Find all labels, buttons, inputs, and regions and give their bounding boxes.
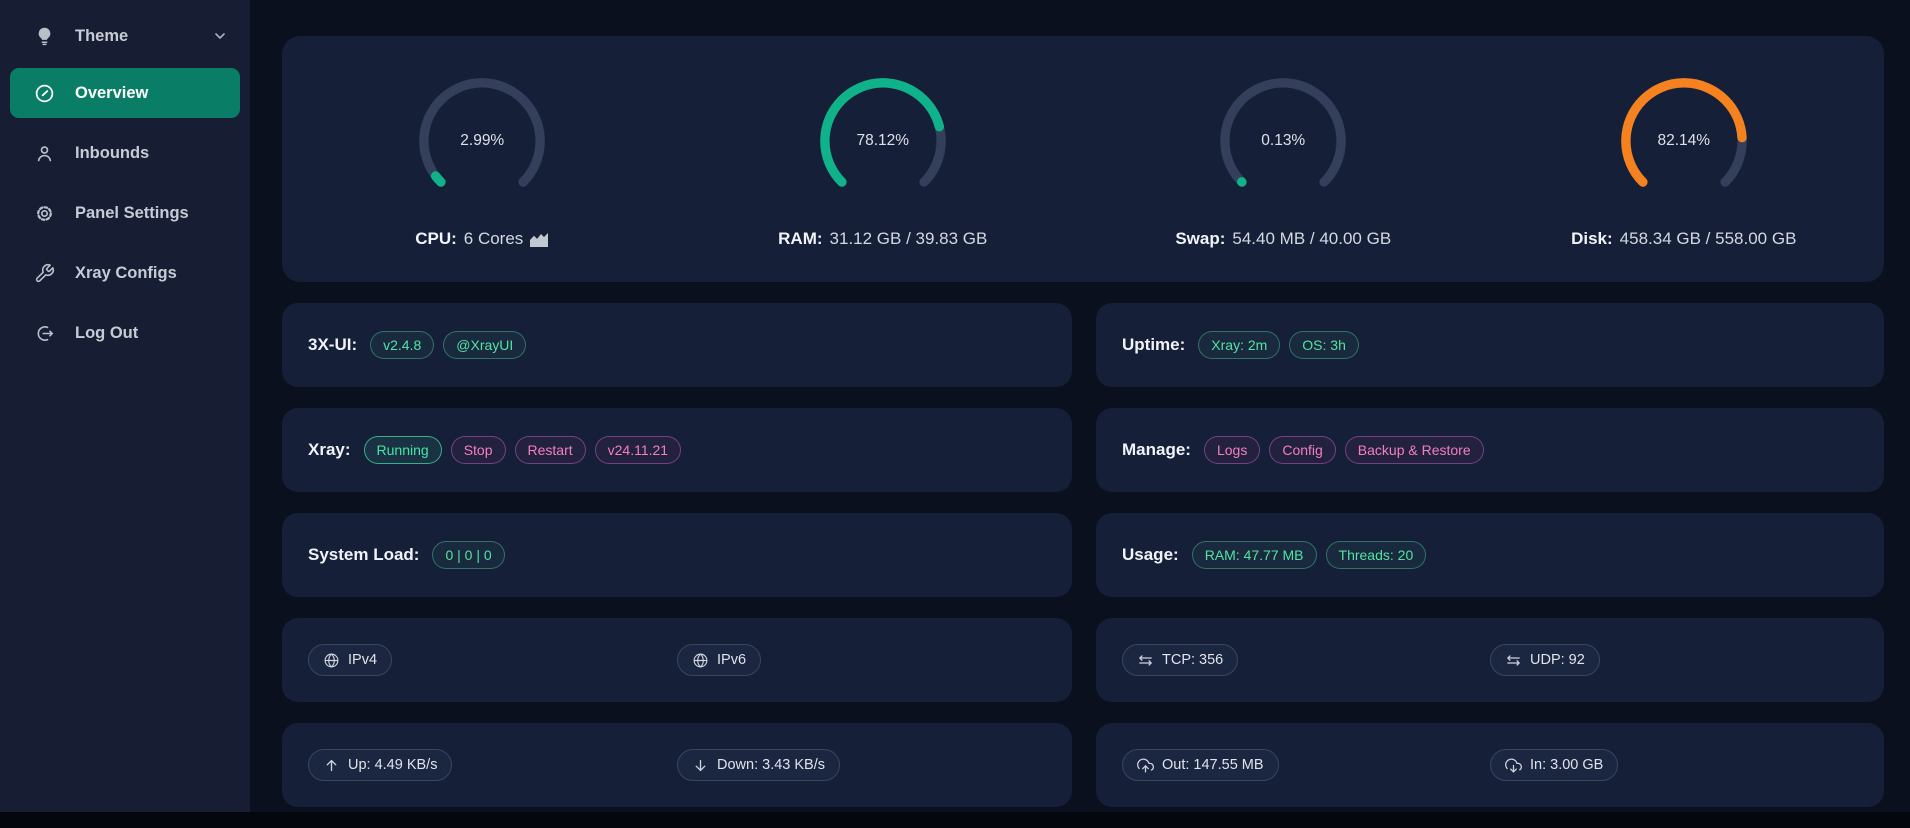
system-load-card: System Load: 0 | 0 | 0 <box>282 513 1072 597</box>
system-gauges-card: 2.99% CPU: 6 Cores 78.12% <box>282 36 1884 282</box>
xray-version-button[interactable]: v24.11.21 <box>595 436 681 464</box>
sidebar-item-overview[interactable]: Overview <box>10 68 240 118</box>
xui-version-card: 3X-UI: v2.4.8 @XrayUI <box>282 303 1072 387</box>
sidebar-item-label: Xray Configs <box>75 264 177 283</box>
xray-control-card: Xray: Running Stop Restart v24.11.21 <box>282 408 1072 492</box>
arrow-down-icon <box>692 757 709 774</box>
sidebar: Theme Overview Inbounds Panel Settings <box>0 0 250 812</box>
disk-percent: 82.14% <box>1609 66 1759 216</box>
ip-addresses-card: IPv4 IPv6 <box>282 618 1072 702</box>
cloud-upload-icon <box>1137 757 1154 774</box>
sidebar-item-label: Overview <box>75 84 148 103</box>
ram-label: RAM: 31.12 GB / 39.83 GB <box>778 229 987 249</box>
sidebar-item-logout[interactable]: Log Out <box>10 308 240 358</box>
usage-card-label: Usage: <box>1122 545 1179 565</box>
swap-label: Swap: 54.40 MB / 40.00 GB <box>1175 229 1391 249</box>
traffic-totals-card: Out: 147.55 MB In: 3.00 GB <box>1096 723 1884 807</box>
disk-gauge: 82.14% Disk: 458.34 GB / 558.00 GB <box>1484 36 1885 282</box>
cpu-history-chart-icon[interactable] <box>529 231 549 248</box>
logout-icon <box>34 323 55 344</box>
gear-icon <box>34 203 55 224</box>
threads-usage-tag: Threads: 20 <box>1326 541 1427 569</box>
swap-percent: 0.13% <box>1208 66 1358 216</box>
backup-restore-button[interactable]: Backup & Restore <box>1345 436 1484 464</box>
dashboard-gauge-icon <box>34 83 55 104</box>
disk-label: Disk: 458.34 GB / 558.00 GB <box>1571 229 1796 249</box>
sidebar-item-xray-configs[interactable]: Xray Configs <box>10 248 240 298</box>
swap-arrows-icon <box>1505 652 1522 669</box>
network-speed-card: Up: 4.49 KB/s Down: 3.43 KB/s <box>282 723 1072 807</box>
download-speed-pill: Down: 3.43 KB/s <box>677 749 840 781</box>
xui-version-tag[interactable]: v2.4.8 <box>370 331 434 359</box>
bottom-strip <box>0 812 1910 828</box>
usage-card: Usage: RAM: 47.77 MB Threads: 20 <box>1096 513 1884 597</box>
xray-status-badge: Running <box>364 436 442 464</box>
globe-icon <box>692 652 709 669</box>
ram-gauge: 78.12% RAM: 31.12 GB / 39.83 GB <box>683 36 1084 282</box>
theme-selector[interactable]: Theme <box>0 14 250 58</box>
ram-percent: 78.12% <box>808 66 958 216</box>
udp-count-pill: UDP: 92 <box>1490 644 1600 676</box>
xray-uptime-tag: Xray: 2m <box>1198 331 1280 359</box>
swap-arrows-icon <box>1137 652 1154 669</box>
manage-card: Manage: Logs Config Backup & Restore <box>1096 408 1884 492</box>
sidebar-item-label: Log Out <box>75 324 138 343</box>
system-load-label: System Load: <box>308 545 419 565</box>
uptime-card: Uptime: Xray: 2m OS: 3h <box>1096 303 1884 387</box>
sidebar-item-panel-settings[interactable]: Panel Settings <box>10 188 240 238</box>
sidebar-item-label: Inbounds <box>75 144 149 163</box>
xrayui-telegram-tag[interactable]: @XrayUI <box>443 331 526 359</box>
system-load-values-tag: 0 | 0 | 0 <box>432 541 504 569</box>
sidebar-item-label: Panel Settings <box>75 204 189 223</box>
traffic-in-pill: In: 3.00 GB <box>1490 749 1618 781</box>
os-uptime-tag: OS: 3h <box>1289 331 1359 359</box>
logs-button[interactable]: Logs <box>1204 436 1260 464</box>
arrow-up-icon <box>323 757 340 774</box>
chevron-down-icon <box>212 28 228 44</box>
xui-card-label: 3X-UI: <box>308 335 357 355</box>
traffic-out-pill: Out: 147.55 MB <box>1122 749 1279 781</box>
sidebar-item-inbounds[interactable]: Inbounds <box>10 128 240 178</box>
xray-stop-button[interactable]: Stop <box>451 436 506 464</box>
cloud-download-icon <box>1505 757 1522 774</box>
wrench-icon <box>34 263 55 284</box>
xray-card-label: Xray: <box>308 440 351 460</box>
cpu-percent: 2.99% <box>407 66 557 216</box>
cpu-gauge: 2.99% CPU: 6 Cores <box>282 36 683 282</box>
swap-gauge: 0.13% Swap: 54.40 MB / 40.00 GB <box>1083 36 1484 282</box>
lightbulb-icon <box>34 26 55 47</box>
ram-usage-tag: RAM: 47.77 MB <box>1192 541 1317 569</box>
uptime-card-label: Uptime: <box>1122 335 1185 355</box>
cpu-label: CPU: 6 Cores <box>415 229 549 249</box>
user-icon <box>34 143 55 164</box>
xray-restart-button[interactable]: Restart <box>515 436 586 464</box>
upload-speed-pill: Up: 4.49 KB/s <box>308 749 452 781</box>
overview-page: Theme Overview Inbounds Panel Settings <box>0 0 1910 828</box>
ipv6-pill[interactable]: IPv6 <box>677 644 761 676</box>
tcp-count-pill: TCP: 356 <box>1122 644 1238 676</box>
main-content: 2.99% CPU: 6 Cores 78.12% <box>250 0 1910 812</box>
config-button[interactable]: Config <box>1269 436 1335 464</box>
connections-card: TCP: 356 UDP: 92 <box>1096 618 1884 702</box>
ipv4-pill[interactable]: IPv4 <box>308 644 392 676</box>
globe-icon <box>323 652 340 669</box>
theme-label: Theme <box>75 27 212 46</box>
manage-card-label: Manage: <box>1122 440 1191 460</box>
